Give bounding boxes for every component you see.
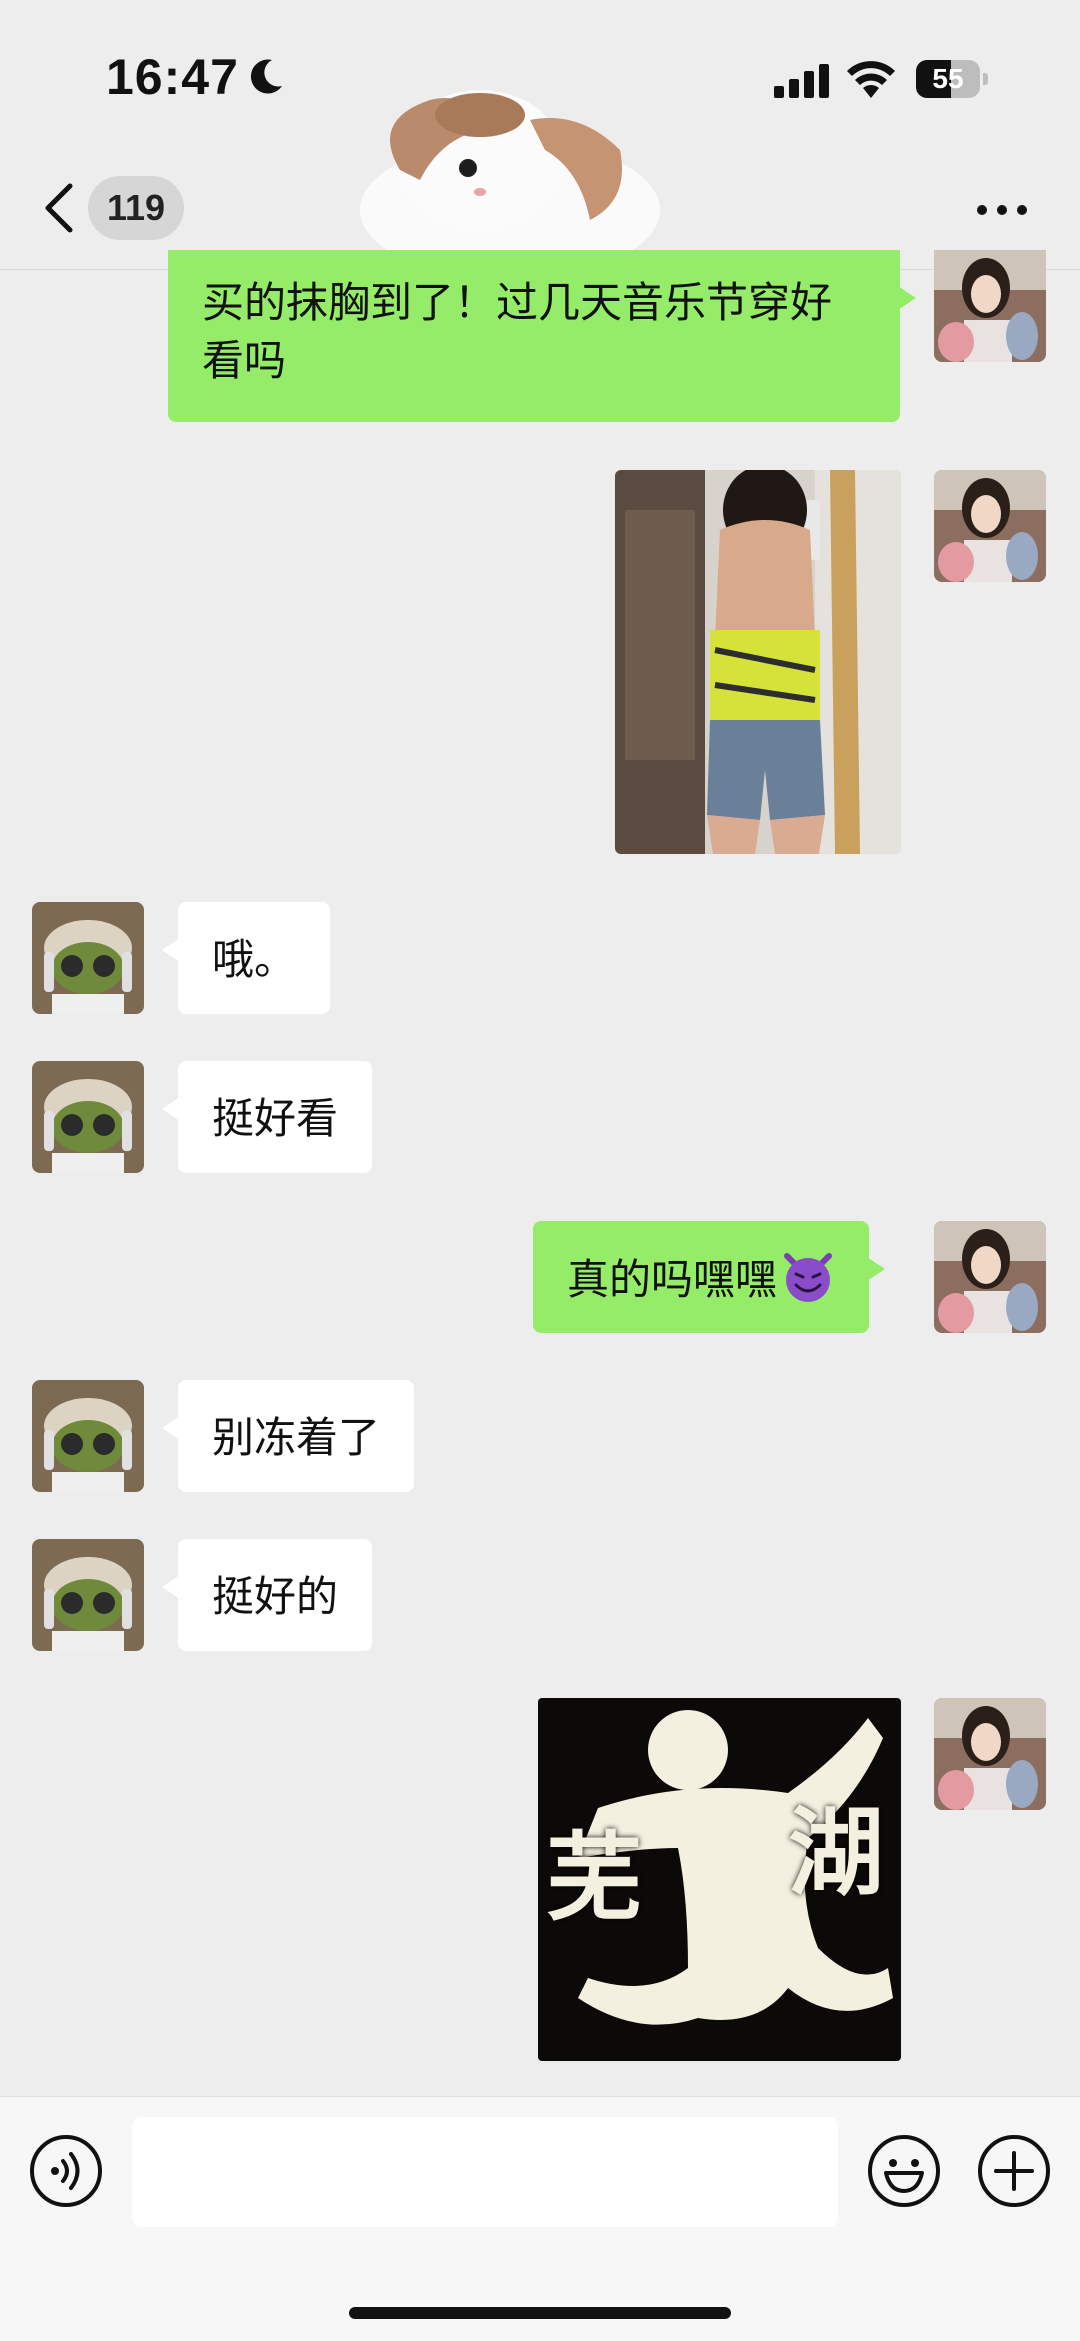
contact-avatar[interactable]: [32, 1380, 144, 1492]
contact-avatar[interactable]: [32, 902, 144, 1014]
sticker-image[interactable]: 芜 湖: [538, 1698, 901, 2061]
sticker-text-left: 芜: [546, 1822, 642, 1934]
contact-avatar[interactable]: [32, 1061, 144, 1173]
message-text: 挺好看: [212, 1094, 339, 1143]
back-chevron-icon: [45, 183, 73, 233]
unread-count-badge: 119: [88, 176, 184, 240]
message-text: 真的吗嘿嘿: [567, 1255, 778, 1304]
emoji-icon[interactable]: [866, 2133, 942, 2209]
sticker-text-right: 湖: [788, 1797, 884, 1909]
battery-icon: 55: [916, 60, 988, 98]
outfit-photo[interactable]: [615, 470, 901, 854]
home-indicator[interactable]: [349, 2307, 731, 2319]
message-bubble-outgoing[interactable]: 买的抹胸到了！过几天音乐节穿好看吗: [168, 250, 916, 422]
message-text: 买的抹胸到了！过几天音乐节穿好看吗: [202, 278, 833, 385]
input-bar: [0, 2096, 1080, 2341]
signal-icon: [774, 64, 829, 98]
status-time: 16:47: [106, 49, 239, 105]
voice-icon[interactable]: [28, 2133, 104, 2209]
message-bubble-incoming[interactable]: 别冻着了: [161, 1380, 415, 1492]
moon-icon: [250, 59, 282, 94]
wifi-icon: [847, 61, 895, 98]
battery-level: 55: [932, 63, 964, 94]
my-avatar[interactable]: [934, 470, 1046, 582]
message-text: 哦。: [212, 935, 297, 984]
plus-icon[interactable]: [976, 2133, 1052, 2209]
message-bubble-incoming[interactable]: 挺好看: [161, 1061, 373, 1173]
my-avatar[interactable]: [934, 250, 1046, 362]
message-bubble-incoming[interactable]: 挺好的: [161, 1539, 373, 1651]
my-avatar[interactable]: [934, 1698, 1046, 1810]
contact-avatar[interactable]: [32, 1539, 144, 1651]
my-avatar[interactable]: [934, 1221, 1046, 1333]
message-input[interactable]: [132, 2117, 838, 2227]
message-bubble-outgoing[interactable]: 真的吗嘿嘿: [533, 1221, 886, 1333]
message-text: 别冻着了: [212, 1413, 381, 1462]
more-icon[interactable]: [972, 198, 1032, 222]
message-bubble-incoming[interactable]: 哦。: [161, 902, 331, 1014]
smiling-devil-emoji: [784, 1253, 833, 1302]
message-text: 挺好的: [212, 1572, 339, 1621]
back-button[interactable]: 119: [40, 172, 190, 242]
